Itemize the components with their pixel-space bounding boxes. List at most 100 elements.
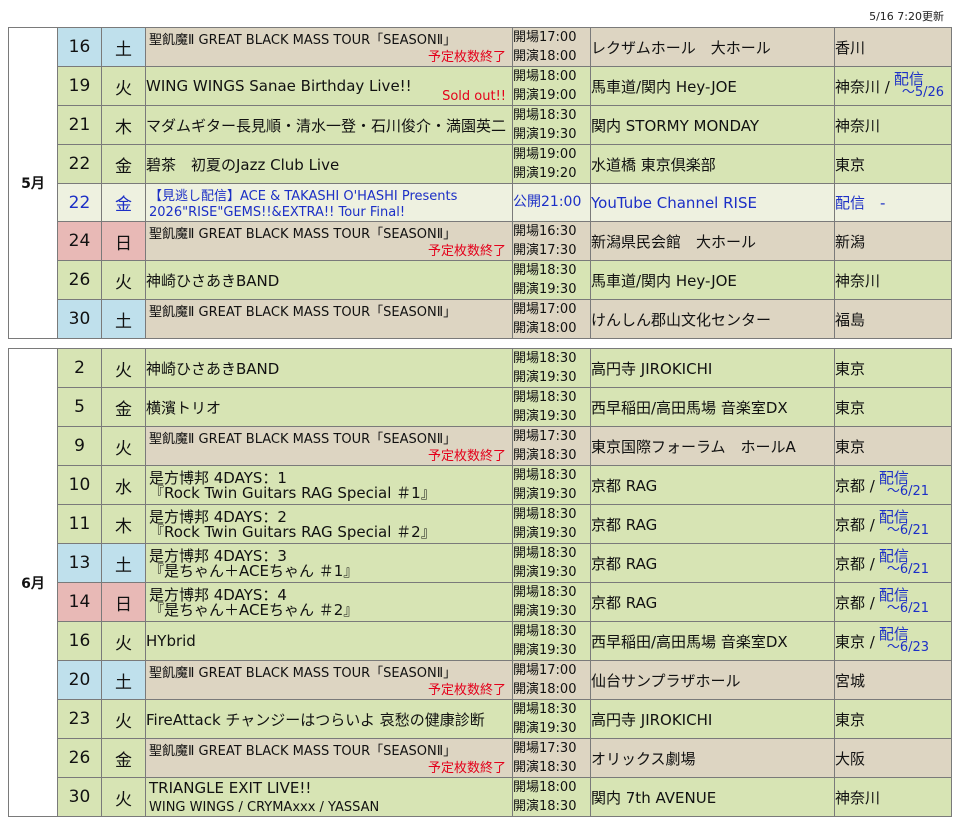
schedule-row: 14 日是方博邦 4DAYS：4 『是ちゃん＋ACEちゃん ＃2』 開場18:30 開演… <box>9 582 952 622</box>
event-title-line2: WING WINGS / CRYMAxxx / YASSAN <box>149 800 380 815</box>
prefecture-wrap: 京都 / 配信 〜6/21 <box>836 471 951 499</box>
event-title: 横濱トリオ <box>145 387 513 427</box>
stream-link[interactable]: 配信 〜6/23 <box>879 627 929 655</box>
prefecture-wrap: 神奈川 <box>836 115 951 136</box>
prefecture-wrap: 香川 <box>836 37 951 58</box>
prefecture-wrap: 神奈川 / 配信 〜5/26 <box>836 72 951 100</box>
venue-name: レクザムホール 大ホール <box>590 27 835 67</box>
event-title: 神崎ひさあきBAND <box>145 348 513 388</box>
event-title: 【見逃し配信】ACE & TAKASHI O'HASHI Presents 202… <box>145 183 513 222</box>
doors-open-time: 開場18:30 <box>513 108 577 123</box>
prefecture-wrap: 京都 / 配信 〜6/21 <box>835 510 951 538</box>
day-number: 10 <box>57 465 102 505</box>
show-start-time: 開演19:30 <box>513 127 577 142</box>
stream-link[interactable]: 配信 〜6/21 <box>879 510 929 538</box>
schedule-row: 5 金横濱トリオ 開場18:30 開演19:30 西早稲田/高田馬場 音楽室DX 東京 <box>9 387 952 427</box>
show-start-time: 開演19:20 <box>513 166 577 181</box>
publish-time: 公開21:00 <box>513 194 582 210</box>
stream-until: 〜5/26 <box>901 85 945 100</box>
event-title: 聖飢魔Ⅱ GREAT BLACK MASS TOUR「SEASONⅡ」 予定枚数終… <box>145 27 513 67</box>
prefecture-name: 京都 / <box>835 515 875 534</box>
prefecture-wrap: 大阪 <box>836 748 951 769</box>
tickets-ended-label: 予定枚数終了 <box>427 761 506 776</box>
prefecture-wrap: 東京 <box>835 397 951 418</box>
doors-open-time: 開場16:30 <box>513 224 577 239</box>
stream-label[interactable]: 配信 <box>879 510 929 525</box>
doors-open-time: 開場18:00 <box>513 69 577 84</box>
event-times: 開場18:30 開演19:30 <box>512 260 591 300</box>
day-number: 22 <box>57 144 102 184</box>
show-start-time: 開演18:30 <box>513 760 577 775</box>
schedule-row: 13 土是方博邦 4DAYS：3 『是ちゃん＋ACEちゃん ＃1』 開場18:30 開演… <box>9 543 952 583</box>
schedule-row: 30 火 TRIANGLE EXIT LIVE!! WING WINGS / CRYM… <box>9 777 952 817</box>
schedule-row: 6月 2 火神崎ひさあきBAND 開場18:30 開演19:30 高円寺 JIROKICH… <box>8 348 952 817</box>
day-number: 30 <box>57 299 102 339</box>
prefecture-name: 神奈川 <box>835 788 881 807</box>
show-start-time: 開演19:30 <box>513 370 577 385</box>
event-times: 開場18:30 開演19:30 <box>512 348 591 388</box>
weekday: 火 <box>101 699 146 739</box>
show-start-time: 開演19:30 <box>513 526 577 541</box>
stream-label[interactable]: 配信 <box>879 471 929 486</box>
day-number: 11 <box>57 504 102 544</box>
tickets-ended-label: 予定枚数終了 <box>427 449 506 464</box>
stream-link[interactable]: 配信 〜6/21 <box>879 549 929 577</box>
prefecture-wrap: 東京 / 配信 〜6/23 <box>836 627 951 655</box>
event-times: 開場18:30 開演19:30 <box>512 582 591 622</box>
stream-link[interactable]: 配信 〜6/21 <box>879 471 929 499</box>
prefecture-name: 神奈川 <box>835 271 881 290</box>
prefecture: 京都 / 配信 〜6/21 <box>834 543 952 583</box>
tickets-ended-label: 予定枚数終了 <box>427 50 506 65</box>
day-number: 9 <box>57 426 102 466</box>
schedule-row: 26 金聖飢魔Ⅱ GREAT BLACK MASS TOUR「SEASONⅡ」 予定… <box>9 738 952 778</box>
schedule-row: 9 火聖飢魔Ⅱ GREAT BLACK MASS TOUR「SEASONⅡ」 予定枚… <box>9 426 952 466</box>
prefecture: 配信 - <box>834 183 952 222</box>
event-title-text: 神崎ひさあきBAND <box>146 359 280 378</box>
venue-name: 西早稲田/高田馬場 音楽室DX <box>590 621 835 661</box>
day-number: 26 <box>57 738 102 778</box>
show-start-time: 開演19:00 <box>513 88 577 103</box>
day-number: 16 <box>57 621 102 661</box>
weekday: 火 <box>101 621 146 661</box>
prefecture: 神奈川 <box>834 777 952 817</box>
schedule-table-june: 6月 2 火神崎ひさあきBAND 開場18:30 開演19:30 高円寺 JIROKICH… <box>8 348 952 817</box>
stream-label[interactable]: 配信 <box>879 588 929 603</box>
venue-name: 新潟県民会館 大ホール <box>590 221 835 261</box>
doors-open-time: 開場18:30 <box>513 702 577 717</box>
prefecture-wrap: 配信 - <box>836 192 951 213</box>
prefecture: 京都 / 配信 〜6/21 <box>834 504 952 544</box>
stream-label[interactable]: 配信 <box>879 549 929 564</box>
prefecture-name: 宮城 <box>835 671 866 690</box>
weekday: 火 <box>101 348 146 388</box>
prefecture-name: 福島 <box>835 310 866 329</box>
weekday: 火 <box>101 66 146 106</box>
stream-label[interactable]: 配信 <box>894 72 944 87</box>
venue-name: 高円寺 JIROKICHI <box>590 348 835 388</box>
day-number: 20 <box>57 660 102 700</box>
doors-open-time: 開場18:30 <box>513 351 577 366</box>
event-title-text: 聖飢魔Ⅱ GREAT BLACK MASS TOUR「SEASONⅡ」 <box>149 744 457 759</box>
event-title: 神崎ひさあきBAND <box>145 260 513 300</box>
day-number: 13 <box>57 543 102 583</box>
prefecture: 香川 <box>834 27 952 67</box>
prefecture-wrap: 東京 <box>836 709 951 730</box>
day-number: 30 <box>57 777 102 817</box>
venue-name: けんしん郡山文化センター <box>590 299 835 339</box>
prefecture: 東京 <box>834 144 952 184</box>
schedule-row: 19 火 WING WINGS Sanae Birthday Live!! Sold … <box>9 66 952 106</box>
prefecture-wrap: 宮城 <box>835 670 951 691</box>
schedule-row: 11 木是方博邦 4DAYS：2 『Rock Twin Guitars RAG Sp… <box>9 504 952 544</box>
prefecture-name: 東京 <box>835 155 866 174</box>
doors-open-time: 開場18:30 <box>513 507 577 522</box>
show-start-time: 開演18:00 <box>513 49 577 64</box>
weekday: 日 <box>101 582 146 622</box>
prefecture-name: 東京 <box>835 398 866 417</box>
stream-link[interactable]: 配信 〜6/21 <box>879 588 929 616</box>
event-title-text: 聖飢魔Ⅱ GREAT BLACK MASS TOUR「SEASONⅡ」 <box>149 227 457 242</box>
tickets-ended-label: 予定枚数終了 <box>427 244 506 259</box>
venue-name: オリックス劇場 <box>590 738 835 778</box>
stream-label[interactable]: 配信 <box>879 627 929 642</box>
day-number: 16 <box>57 27 102 67</box>
show-start-time: 開演18:00 <box>513 321 577 336</box>
stream-link[interactable]: 配信 〜5/26 <box>894 72 944 100</box>
